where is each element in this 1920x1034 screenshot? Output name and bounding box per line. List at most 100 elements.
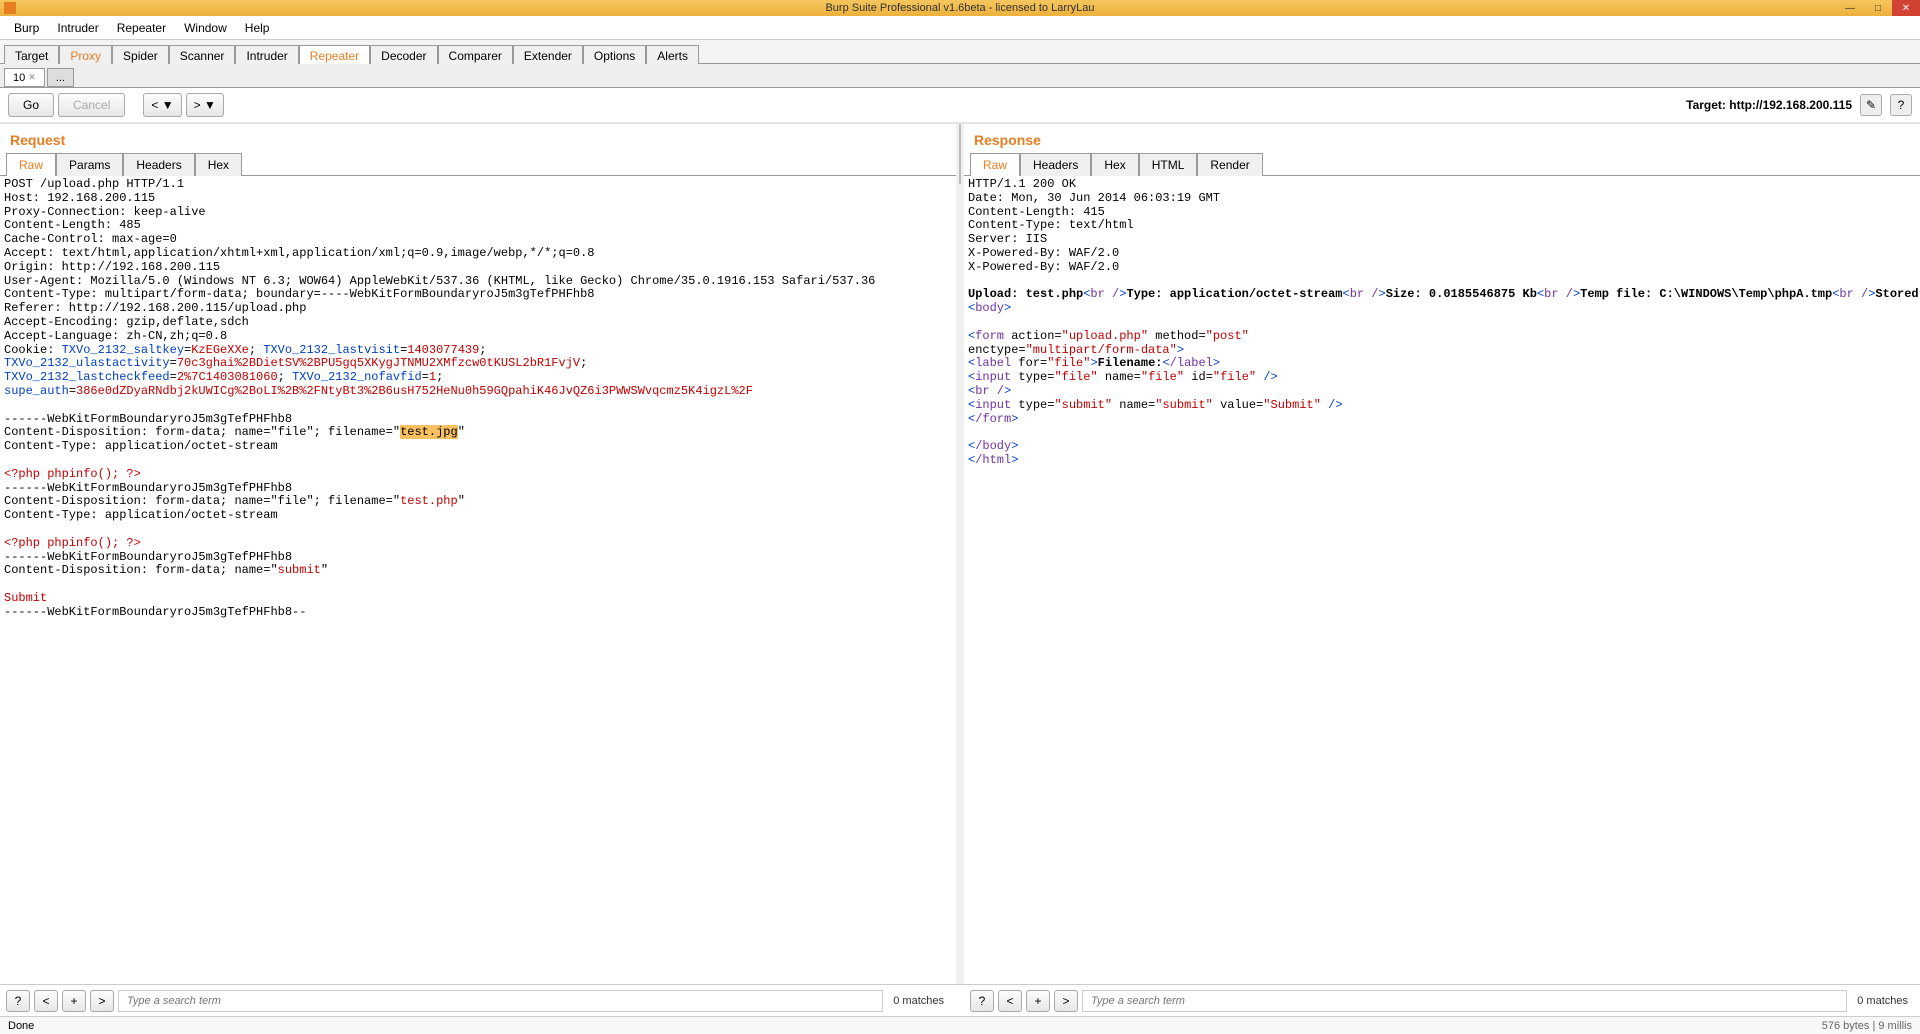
menu-intruder[interactable]: Intruder bbox=[49, 18, 106, 38]
attrv: "file" bbox=[1141, 370, 1184, 384]
response-content[interactable]: HTTP/1.1 200 OK Date: Mon, 30 Jun 2014 0… bbox=[964, 176, 1920, 984]
tab-options[interactable]: Options bbox=[583, 45, 646, 64]
ckv: KzEGeXXe bbox=[191, 343, 249, 357]
action-row: Go Cancel < ▼ > ▼ Target: http://192.168… bbox=[0, 88, 1920, 124]
edit-target-button[interactable]: ✎ bbox=[1860, 94, 1882, 116]
l: Origin: http://192.168.200.115 bbox=[4, 260, 220, 274]
tag: > bbox=[1379, 287, 1386, 301]
minimize-button[interactable]: — bbox=[1836, 0, 1864, 16]
end: ; bbox=[580, 356, 587, 370]
search-help-button[interactable]: ? bbox=[6, 990, 30, 1012]
tag: > bbox=[1213, 356, 1220, 370]
upload-text: Upload: test.php bbox=[968, 287, 1083, 301]
h: Content-Length: 415 bbox=[968, 205, 1105, 219]
attr: id= bbox=[1184, 370, 1213, 384]
tag: form bbox=[975, 329, 1004, 343]
menu-repeater[interactable]: Repeater bbox=[109, 18, 174, 38]
tag: /form bbox=[975, 412, 1011, 426]
res-tab-html[interactable]: HTML bbox=[1139, 153, 1198, 176]
filename-jpg: test.jpg bbox=[400, 425, 458, 439]
boundary: ------WebKitFormBoundaryroJ5m3gTefPHFhb8 bbox=[4, 481, 292, 495]
ct: Content-Type: application/octet-stream bbox=[4, 508, 278, 522]
tag: br / bbox=[1350, 287, 1379, 301]
maximize-button[interactable]: □ bbox=[1864, 0, 1892, 16]
ckv: 70c3ghai%2BDietSV%2BPU5gq5XKygJTNMU2XMfz… bbox=[177, 356, 580, 370]
ck: TXVo_2132_saltkey bbox=[62, 343, 184, 357]
h: Date: Mon, 30 Jun 2014 06:03:19 GMT bbox=[968, 191, 1220, 205]
cd: Content-Disposition: form-data; name="fi… bbox=[4, 425, 400, 439]
menu-help[interactable]: Help bbox=[237, 18, 278, 38]
gap bbox=[956, 985, 964, 1016]
tab-extender[interactable]: Extender bbox=[513, 45, 583, 64]
attr: value= bbox=[1213, 398, 1263, 412]
split-divider[interactable] bbox=[956, 124, 964, 984]
response-search-input[interactable] bbox=[1082, 990, 1847, 1012]
tab-alerts[interactable]: Alerts bbox=[646, 45, 699, 64]
cd: Content-Disposition: form-data; name="fi… bbox=[4, 494, 400, 508]
res-tab-raw[interactable]: Raw bbox=[970, 153, 1020, 176]
subtab-more[interactable]: ... bbox=[47, 68, 74, 87]
attr: for= bbox=[1011, 356, 1047, 370]
cancel-button[interactable]: Cancel bbox=[58, 93, 125, 117]
search-prev-button[interactable]: < bbox=[998, 990, 1022, 1012]
menu-window[interactable]: Window bbox=[176, 18, 235, 38]
temp-text: Temp file: C:\WINDOWS\Temp\phpA.tmp bbox=[1580, 287, 1832, 301]
tag: input bbox=[975, 370, 1011, 384]
tab-target[interactable]: Target bbox=[4, 45, 59, 64]
req-tab-raw[interactable]: Raw bbox=[6, 153, 56, 176]
close-icon[interactable]: ✕ bbox=[28, 72, 36, 83]
tag: /body bbox=[975, 439, 1011, 453]
tab-comparer[interactable]: Comparer bbox=[438, 45, 513, 64]
search-next-button[interactable]: > bbox=[1054, 990, 1078, 1012]
l: Cache-Control: max-age=0 bbox=[4, 232, 177, 246]
go-button[interactable]: Go bbox=[8, 93, 54, 117]
menu-burp[interactable]: Burp bbox=[6, 18, 47, 38]
l: User-Agent: Mozilla/5.0 (Windows NT 6.3;… bbox=[4, 274, 875, 288]
end: ; bbox=[479, 343, 486, 357]
req-tab-headers[interactable]: Headers bbox=[123, 153, 194, 176]
attr: name= bbox=[1098, 370, 1141, 384]
tag: /label bbox=[1170, 356, 1213, 370]
request-search-input[interactable] bbox=[118, 990, 883, 1012]
l: Referer: http://192.168.200.115/upload.p… bbox=[4, 301, 306, 315]
req-tab-params[interactable]: Params bbox=[56, 153, 123, 176]
tab-spider[interactable]: Spider bbox=[112, 45, 169, 64]
attrv: "multipart/form-data" bbox=[1026, 343, 1177, 357]
close-button[interactable]: ✕ bbox=[1892, 0, 1920, 16]
submit-value: Submit bbox=[4, 591, 47, 605]
attrv: "submit" bbox=[1054, 398, 1112, 412]
request-title: Request bbox=[0, 124, 956, 152]
caret-down-icon: ▼ bbox=[204, 98, 216, 112]
q: " bbox=[458, 494, 465, 508]
ck: supe_auth bbox=[4, 384, 69, 398]
sep: ; bbox=[249, 343, 263, 357]
forward-button[interactable]: > ▼ bbox=[186, 93, 224, 117]
back-button[interactable]: < ▼ bbox=[143, 93, 181, 117]
help-button[interactable]: ? bbox=[1890, 94, 1912, 116]
res-tab-hex[interactable]: Hex bbox=[1091, 153, 1138, 176]
l: Proxy-Connection: keep-alive bbox=[4, 205, 206, 219]
tab-proxy[interactable]: Proxy bbox=[59, 45, 112, 64]
request-content[interactable]: POST /upload.php HTTP/1.1 Host: 192.168.… bbox=[0, 176, 956, 984]
tab-scanner[interactable]: Scanner bbox=[169, 45, 236, 64]
req-tab-hex[interactable]: Hex bbox=[195, 153, 242, 176]
res-tab-headers[interactable]: Headers bbox=[1020, 153, 1091, 176]
tool-tabs: Target Proxy Spider Scanner Intruder Rep… bbox=[0, 40, 1920, 64]
attr: enctype= bbox=[968, 343, 1026, 357]
res-tab-render[interactable]: Render bbox=[1197, 153, 1262, 176]
tag: input bbox=[975, 398, 1011, 412]
tag: > bbox=[1011, 412, 1018, 426]
search-help-button[interactable]: ? bbox=[970, 990, 994, 1012]
tab-repeater[interactable]: Repeater bbox=[299, 45, 370, 64]
status-bytes: 576 bytes | 9 millis bbox=[1822, 1020, 1912, 1032]
tab-decoder[interactable]: Decoder bbox=[370, 45, 437, 64]
search-add-button[interactable]: + bbox=[1026, 990, 1050, 1012]
search-add-button[interactable]: + bbox=[62, 990, 86, 1012]
search-next-button[interactable]: > bbox=[90, 990, 114, 1012]
filename-php: test.php bbox=[400, 494, 458, 508]
q: " bbox=[458, 425, 465, 439]
subtab-10[interactable]: 10✕ bbox=[4, 68, 45, 87]
tab-intruder[interactable]: Intruder bbox=[235, 45, 298, 64]
php: <?php phpinfo(); ?> bbox=[4, 536, 141, 550]
search-prev-button[interactable]: < bbox=[34, 990, 58, 1012]
